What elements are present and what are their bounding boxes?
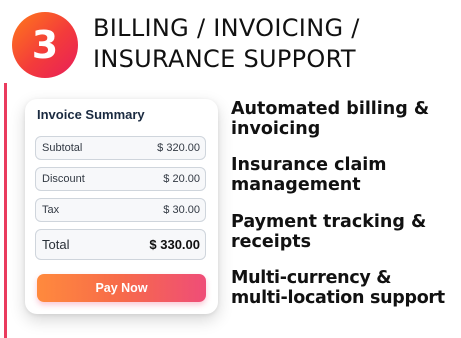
discount-row: Discount $ 20.00 <box>35 167 206 191</box>
heading-line-1: BILLING / INVOICING / <box>93 14 360 42</box>
feature-line-1: Insurance claim <box>231 155 387 175</box>
feature-item-automated-billing: Automated billing & invoicing <box>231 99 459 139</box>
accent-divider <box>4 83 7 338</box>
discount-amount: $ 20.00 <box>163 173 200 185</box>
step-number-badge: 3 <box>12 12 78 78</box>
total-row: Total $ 330.00 <box>35 229 206 260</box>
feature-item-payment-tracking: Payment tracking & receipts <box>231 212 459 252</box>
tax-amount: $ 30.00 <box>163 204 200 216</box>
feature-line-2: receipts <box>231 232 312 252</box>
pay-now-button[interactable]: Pay Now <box>37 274 206 302</box>
section-heading: BILLING / INVOICING / INSURANCE SUPPORT <box>93 13 453 75</box>
total-label: Total <box>42 237 70 252</box>
feature-line-2: management <box>231 175 361 195</box>
invoice-summary-title: Invoice Summary <box>37 107 145 122</box>
feature-line-2: multi-location support <box>231 288 445 308</box>
feature-line-1: Multi-currency & <box>231 268 392 288</box>
subtotal-row: Subtotal $ 320.00 <box>35 136 206 160</box>
tax-label: Tax <box>42 204 60 216</box>
feature-line-2: invoicing <box>231 119 321 139</box>
feature-line-1: Automated billing & <box>231 99 430 119</box>
step-number: 3 <box>31 23 59 67</box>
subtotal-amount: $ 320.00 <box>157 142 200 154</box>
feature-item-insurance-claims: Insurance claim management <box>231 155 459 195</box>
total-amount: $ 330.00 <box>149 237 200 252</box>
subtotal-label: Subtotal <box>42 142 83 154</box>
feature-item-multi-currency: Multi-currency & multi-location support <box>231 268 459 308</box>
tax-row: Tax $ 30.00 <box>35 198 206 222</box>
heading-line-2: INSURANCE SUPPORT <box>93 45 356 73</box>
invoice-summary-card: Invoice Summary Subtotal $ 320.00 Discou… <box>25 99 218 314</box>
feature-line-1: Payment tracking & <box>231 212 427 232</box>
discount-label: Discount <box>42 173 85 185</box>
